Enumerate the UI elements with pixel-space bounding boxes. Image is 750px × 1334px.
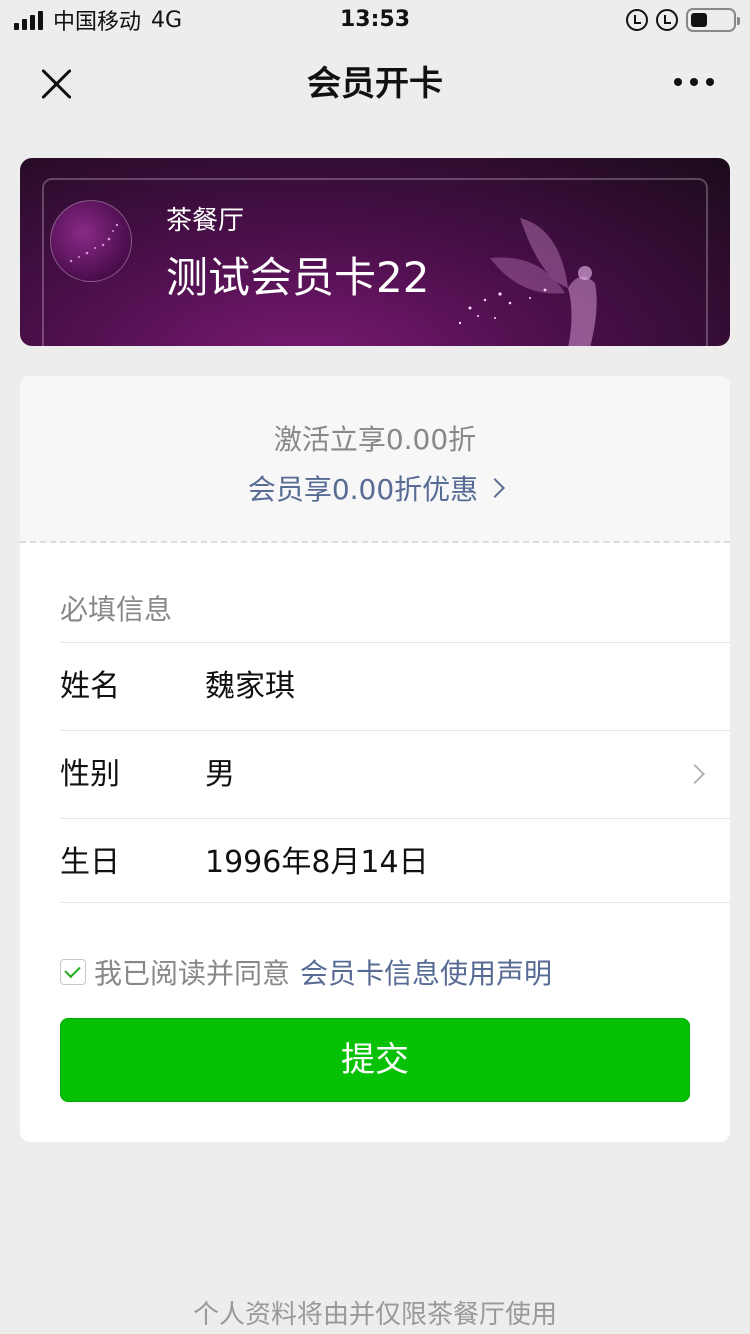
agreement-text: 我已阅读并同意 <box>94 957 291 990</box>
form-panel: 激活立享0.00折 会员享0.00折优惠 必填信息 姓名 魏家琪 性别 男 生日… <box>20 376 730 1142</box>
page-title: 会员开卡 <box>307 64 443 104</box>
gender-select[interactable]: 男 <box>205 731 235 819</box>
chevron-right-icon <box>685 764 705 784</box>
birthday-field[interactable]: 1996年8月14日 <box>205 819 429 907</box>
status-right <box>626 0 740 40</box>
more-icon[interactable] <box>674 78 714 86</box>
field-label: 性别 <box>60 757 120 792</box>
field-label: 姓名 <box>60 669 120 704</box>
card-title: 测试会员卡22 <box>166 253 430 302</box>
alarm-icon <box>656 9 678 31</box>
agreement-link[interactable]: 会员卡信息使用声明 <box>300 952 552 992</box>
footer-note: 个人资料将由并仅限茶餐厅使用 <box>192 1300 557 1330</box>
discount-link-label: 会员享0.00折优惠 <box>247 473 479 506</box>
chevron-right-icon <box>485 478 506 498</box>
status-bar: 中国移动 4G 13:53 <box>0 0 750 40</box>
shop-logo <box>50 200 132 282</box>
field-label: 生日 <box>60 845 120 880</box>
dashed-divider <box>20 541 730 543</box>
section-title: 必填信息 <box>60 593 173 626</box>
battery-icon <box>686 8 740 32</box>
fairy-illustration <box>458 218 597 346</box>
agree-checkbox[interactable] <box>60 959 86 985</box>
rotation-lock-icon <box>626 9 648 31</box>
agreement-row: 我已阅读并同意 会员卡信息使用声明 <box>60 952 552 992</box>
nav-bar: 会员开卡 <box>0 40 750 128</box>
discount-link[interactable]: 会员享0.00折优惠 <box>20 468 730 508</box>
form-row-birthday[interactable]: 生日 1996年8月14日 <box>60 818 730 906</box>
activate-discount-text: 激活立享0.00折 <box>273 423 477 456</box>
submit-button[interactable]: 提交 <box>60 1018 690 1102</box>
card-shop-name: 茶餐厅 <box>166 206 245 236</box>
name-field[interactable]: 魏家琪 <box>205 643 295 731</box>
promo-section: 激活立享0.00折 会员享0.00折优惠 <box>20 376 730 542</box>
form-row-name[interactable]: 姓名 魏家琪 <box>60 642 730 730</box>
member-card-banner: 茶餐厅 测试会员卡22 <box>20 158 730 346</box>
row-divider <box>60 902 730 903</box>
form-row-gender[interactable]: 性别 男 <box>60 730 730 818</box>
